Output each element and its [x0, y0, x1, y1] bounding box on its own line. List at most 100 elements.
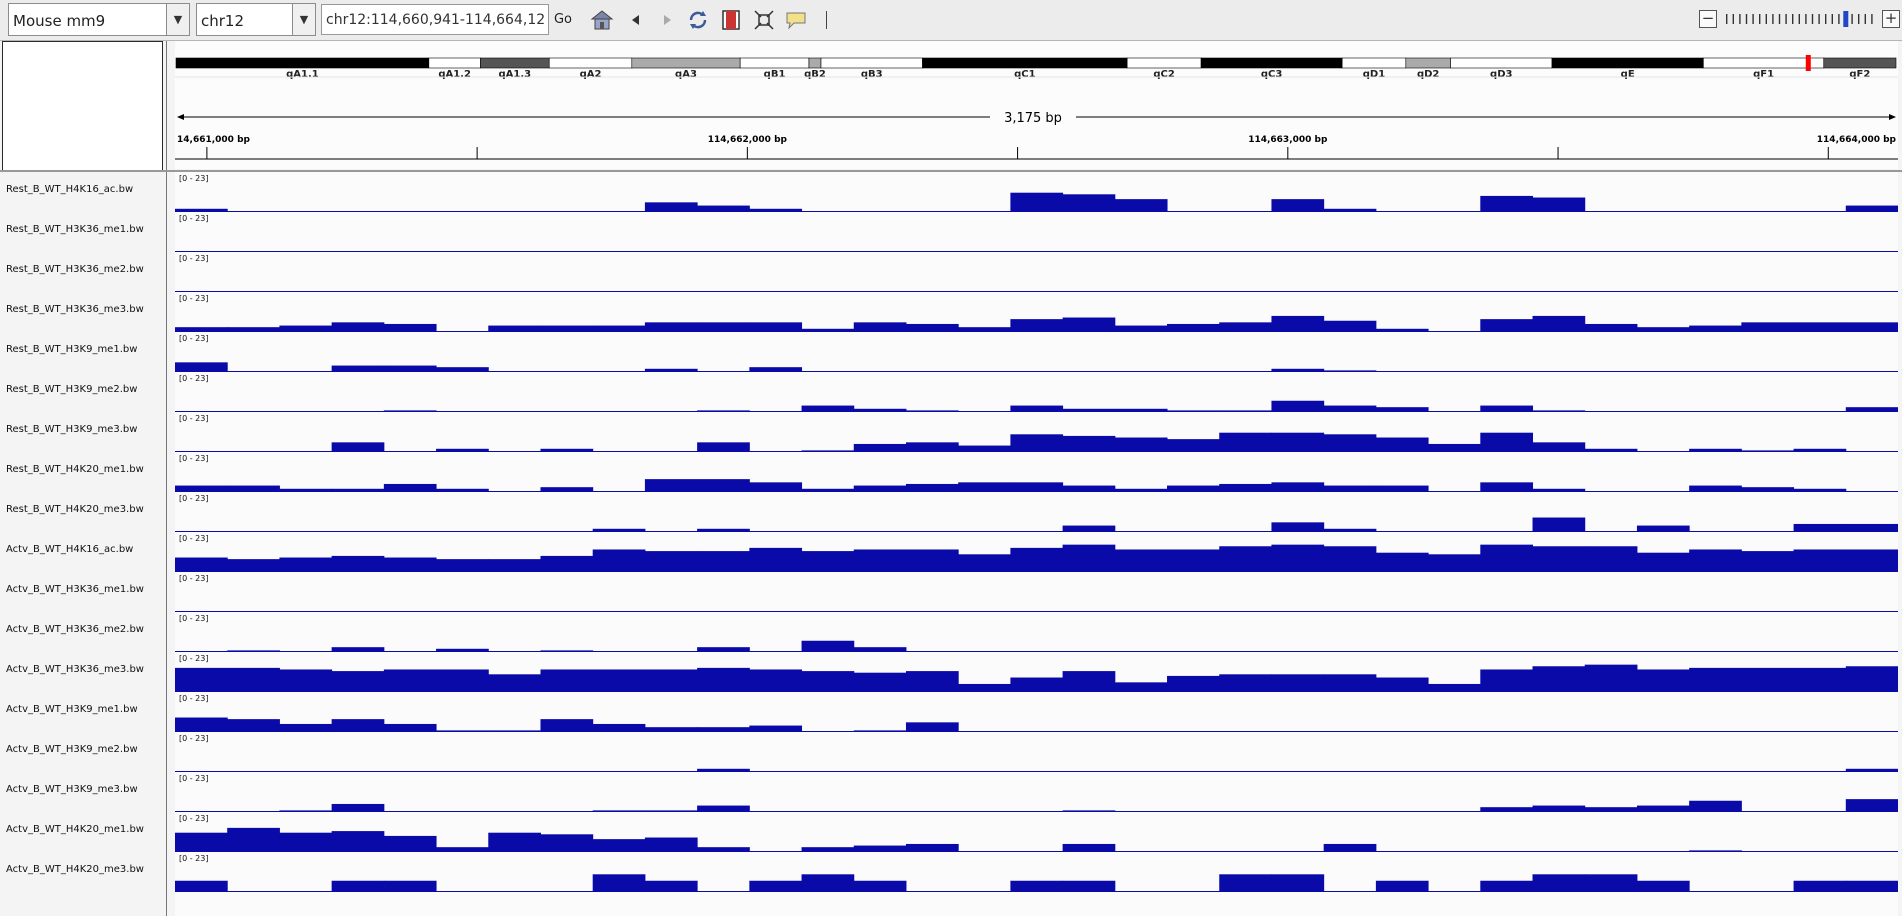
coverage-bar [1167, 323, 1220, 332]
track-name-label[interactable]: Actv_B_WT_H3K36_me1.bw [6, 584, 144, 595]
track[interactable]: [0 - 23] [175, 854, 1898, 892]
track-name-label[interactable]: Actv_B_WT_H4K20_me3.bw [6, 864, 144, 875]
roi-icon[interactable] [719, 8, 743, 32]
coverage-bar [1271, 544, 1325, 572]
track[interactable]: [0 - 23] [175, 814, 1898, 852]
coverage-bar [1793, 523, 1847, 532]
coverage-bar [592, 874, 646, 892]
track-name-label[interactable]: Actv_B_WT_H4K20_me1.bw [6, 824, 144, 835]
track[interactable]: [0 - 23] [175, 694, 1898, 732]
zoom-tick [1726, 14, 1728, 24]
popup-text-icon[interactable] [784, 8, 808, 32]
coverage-bar [853, 322, 907, 332]
track-range-label: [0 - 23] [179, 174, 208, 183]
genome-dropdown[interactable]: Mouse mm9 ▼ [8, 3, 190, 36]
coverage-bar [853, 443, 907, 452]
track[interactable]: [0 - 23] [175, 254, 1898, 292]
track[interactable]: [0 - 23] [175, 454, 1898, 492]
ideogram-band [1126, 57, 1202, 69]
track-name-label[interactable]: Actv_B_WT_H4K16_ac.bw [6, 544, 133, 555]
track-range-label: [0 - 23] [179, 414, 208, 423]
coverage-bar [749, 482, 803, 492]
track-name-label[interactable]: Rest_B_WT_H3K36_me1.bw [6, 224, 144, 235]
panel-divider[interactable] [166, 41, 167, 916]
coverage-bar [1062, 671, 1116, 692]
refresh-icon[interactable] [686, 8, 710, 32]
ruler[interactable]: 3,175 bp 14,661,000 bp 114,662,000 bp 114,… [175, 111, 1898, 160]
zoom-tick [1732, 14, 1734, 24]
ideogram-band-label: qE [1621, 69, 1635, 80]
ideogram-band [808, 57, 822, 69]
track[interactable]: [0 - 23] [175, 774, 1898, 812]
track[interactable]: [0 - 23] [175, 374, 1898, 412]
coverage-bar [592, 839, 646, 852]
zoom-in-button[interactable]: + [1882, 10, 1900, 28]
coverage-bar [383, 723, 437, 732]
zoom-out-button[interactable]: − [1699, 10, 1717, 28]
toolbar-separator [826, 11, 827, 29]
ideogram-band [175, 57, 430, 69]
zoom-tick [1752, 14, 1754, 24]
back-icon[interactable] [624, 8, 648, 32]
go-button[interactable]: Go [550, 4, 576, 35]
coverage-bar [331, 831, 385, 852]
track[interactable]: [0 - 23] [175, 214, 1898, 252]
coverage-bar [1845, 523, 1898, 532]
track[interactable]: [0 - 23] [175, 174, 1898, 212]
track-name-label[interactable]: Rest_B_WT_H3K9_me2.bw [6, 384, 137, 395]
coverage-bar [1375, 552, 1429, 572]
track[interactable]: [0 - 23] [175, 654, 1898, 692]
chevron-down-icon[interactable]: ▼ [292, 4, 315, 35]
coverage-bar [436, 559, 489, 572]
home-icon[interactable] [590, 8, 614, 32]
coverage-bar [905, 722, 959, 732]
track-name-label[interactable]: Rest_B_WT_H3K36_me3.bw [6, 304, 144, 315]
track-range-label: [0 - 23] [179, 614, 208, 623]
track-name-label[interactable]: Actv_B_WT_H3K9_me1.bw [6, 704, 138, 715]
fit-window-icon[interactable] [752, 8, 776, 32]
data-panel[interactable]: [0 - 23] [0 - 23] [0 - 23] [0 - 23] [0 - 23]… [175, 172, 1898, 916]
zoom-slider[interactable] [1722, 11, 1880, 27]
track-name-label[interactable]: Rest_B_WT_H4K20_me1.bw [6, 464, 144, 475]
coverage-bar [644, 669, 698, 692]
zoom-thumb[interactable] [1843, 11, 1849, 27]
chromosome-ideogram[interactable]: qA1.1 qA1.2 qA1.3 qA2 qA3 qB1 qB2 qB3 qC1 qC2 qC3 q… [175, 55, 1897, 80]
track-name-label[interactable]: Rest_B_WT_H4K20_me3.bw [6, 504, 144, 515]
track-name-label[interactable]: Rest_B_WT_H4K16_ac.bw [6, 184, 133, 195]
coverage-bar [331, 442, 385, 452]
track[interactable]: [0 - 23] [175, 534, 1898, 572]
chromosome-dropdown[interactable]: chr12 ▼ [196, 3, 316, 36]
coverage-bar [1793, 667, 1847, 692]
track-name-label[interactable]: Actv_B_WT_H3K36_me2.bw [6, 624, 144, 635]
coverage-bar [1010, 482, 1064, 492]
coverage-bar [853, 549, 907, 572]
ruler-tick-label: 114,662,000 bp [708, 135, 788, 145]
track[interactable]: [0 - 23] [175, 614, 1898, 652]
track-name-label[interactable]: Actv_B_WT_H3K9_me2.bw [6, 744, 138, 755]
coverage-bar [905, 549, 959, 572]
coverage-bar [1375, 880, 1429, 892]
ideogram-band [1200, 57, 1343, 69]
ruler-span-label: 3,175 bp [1004, 111, 1062, 126]
locus-input[interactable] [321, 4, 549, 35]
track-range-label: [0 - 23] [179, 294, 208, 303]
forward-icon[interactable] [655, 8, 679, 32]
track-name-label[interactable]: Actv_B_WT_H3K36_me3.bw [6, 664, 144, 675]
track[interactable]: [0 - 23] [175, 414, 1898, 452]
track-name-label[interactable]: Rest_B_WT_H3K9_me1.bw [6, 344, 137, 355]
track-name-label[interactable]: Rest_B_WT_H3K36_me2.bw [6, 264, 144, 275]
track-name-label[interactable]: Rest_B_WT_H3K9_me3.bw [6, 424, 137, 435]
coverage-bar [1480, 669, 1534, 692]
track-name-label[interactable]: Actv_B_WT_H3K9_me3.bw [6, 784, 138, 795]
ruler-tick-label: 14,661,000 bp [177, 135, 251, 145]
coverage-bar [958, 554, 1011, 572]
track[interactable]: [0 - 23] [175, 294, 1898, 332]
coverage-bar [279, 557, 333, 572]
ideogram-band [739, 57, 810, 69]
track[interactable]: [0 - 23] [175, 574, 1898, 612]
track[interactable]: [0 - 23] [175, 494, 1898, 532]
track[interactable]: [0 - 23] [175, 334, 1898, 372]
chevron-down-icon[interactable]: ▼ [166, 4, 189, 35]
track[interactable]: [0 - 23] [175, 734, 1898, 772]
coverage-bar [1480, 482, 1534, 492]
